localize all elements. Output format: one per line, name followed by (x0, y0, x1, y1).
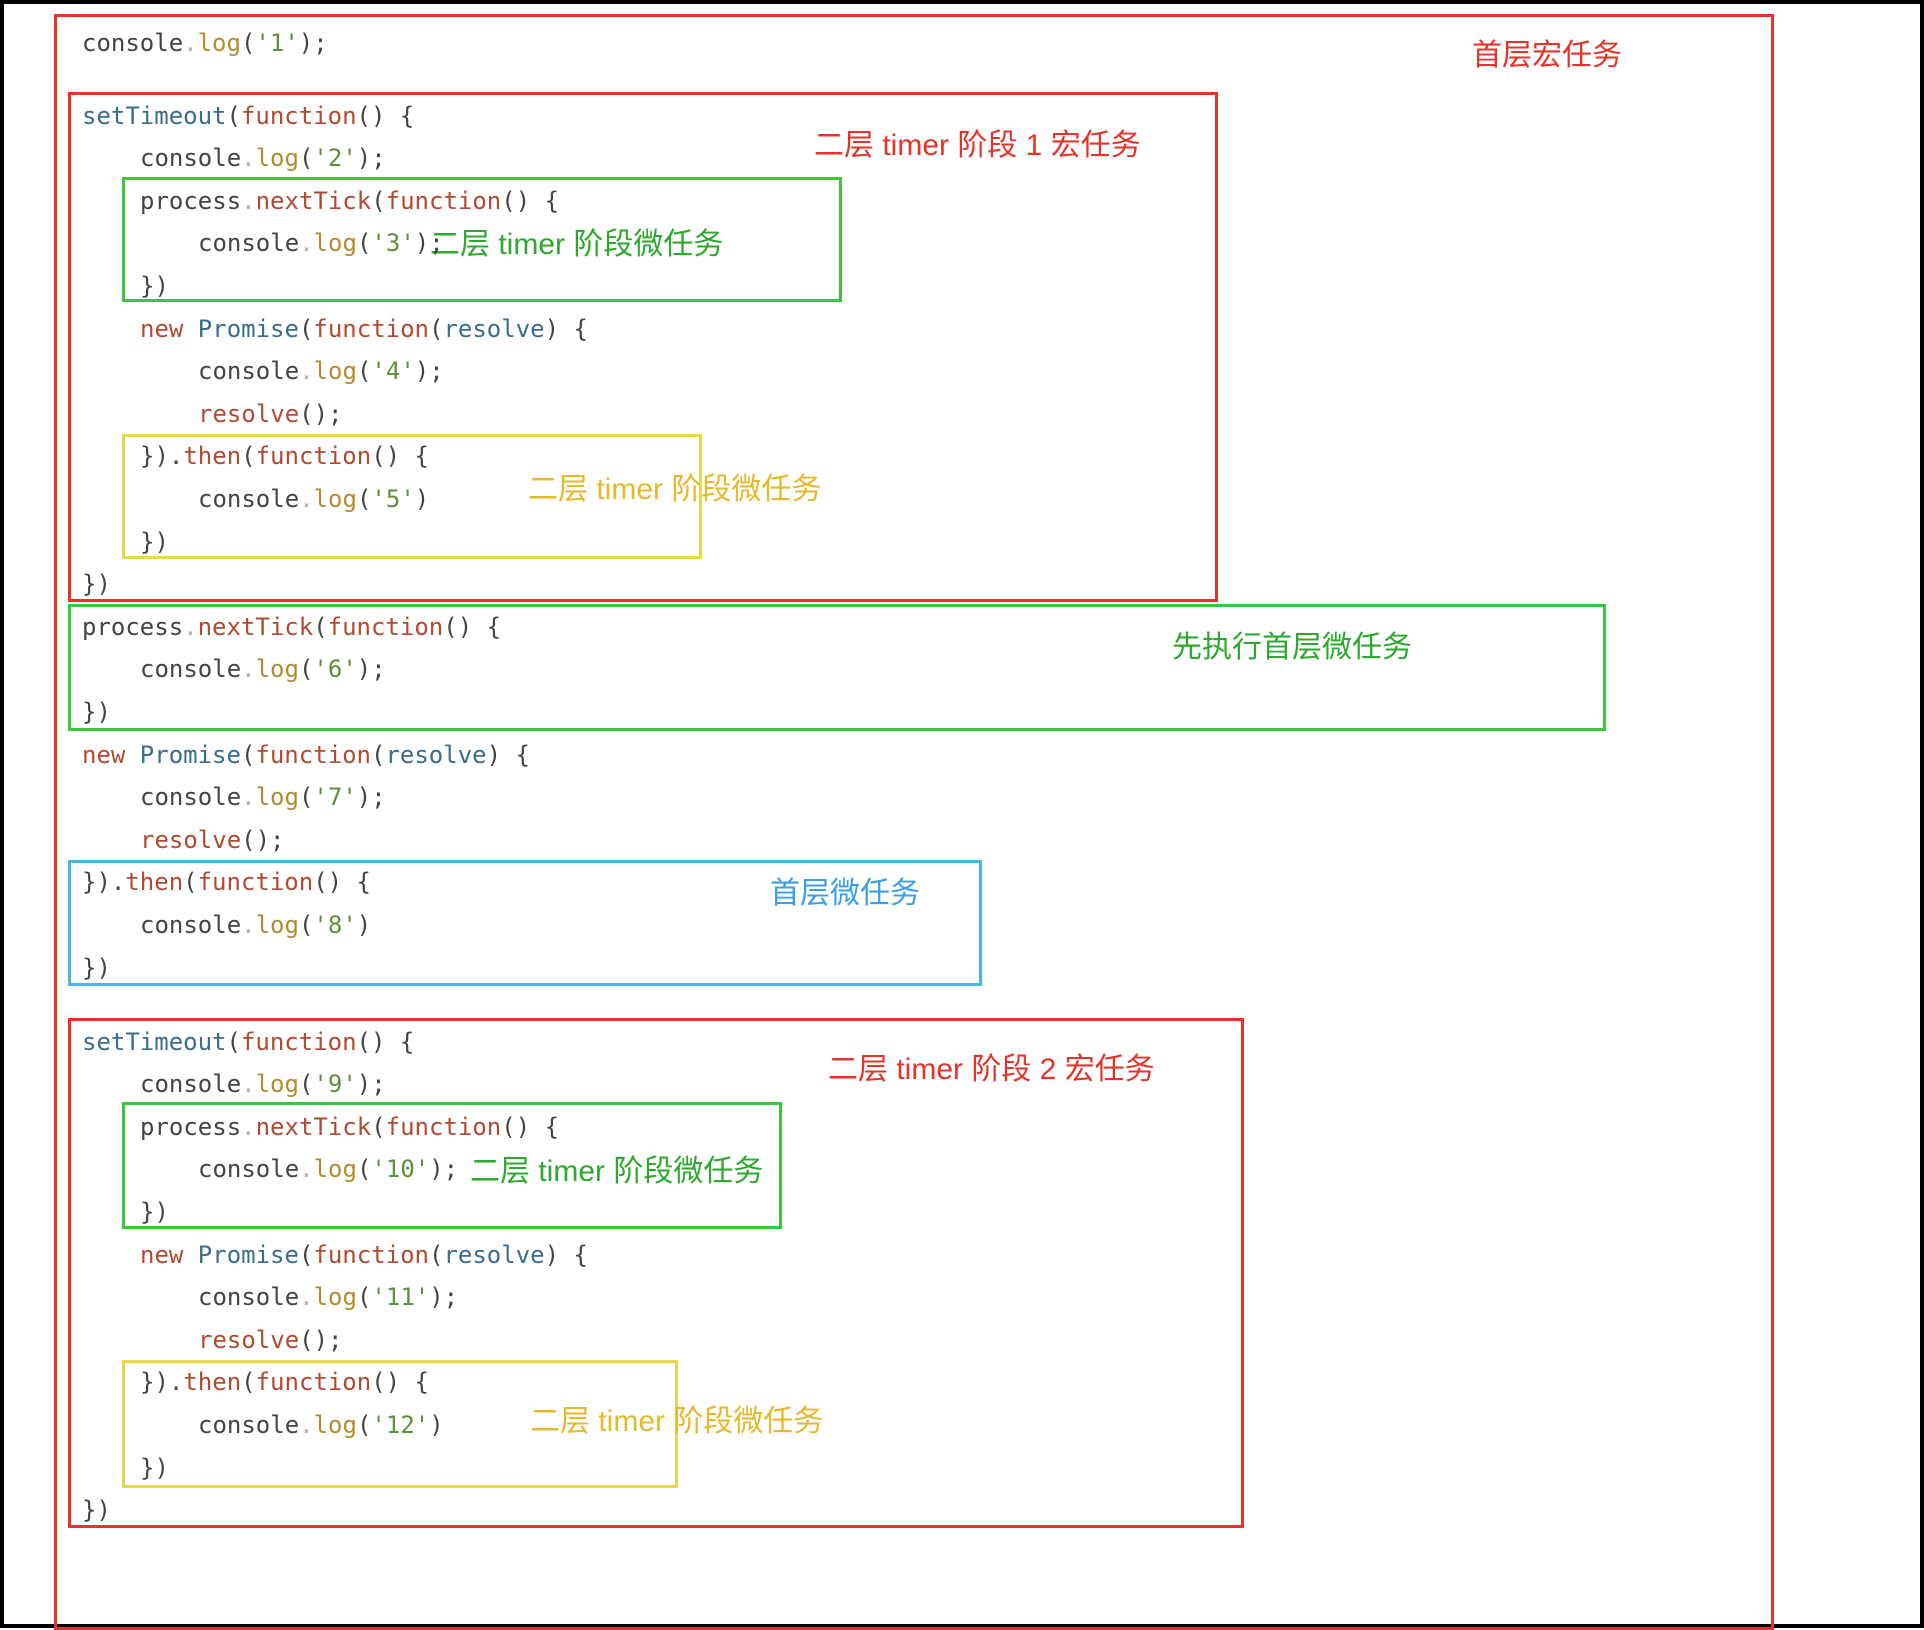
code-line: }) (140, 1454, 169, 1483)
code-line: }).then(function() { (140, 442, 429, 471)
label-micro-4: 首层微任务 (770, 868, 920, 912)
code-line: new Promise(function(resolve) { (140, 315, 588, 344)
code-line: console.log('11'); (198, 1283, 458, 1312)
code-line: new Promise(function(resolve) { (140, 1241, 588, 1270)
code-line: setTimeout(function() { (82, 102, 414, 131)
code-line: process.nextTick(function() { (82, 613, 501, 642)
code-line: console.log('6'); (140, 655, 386, 684)
code-line: }) (140, 272, 169, 301)
label-macro-timer2: 二层 timer 阶段 2 宏任务 (828, 1044, 1155, 1088)
label-micro-2: 二层 timer 阶段微任务 (528, 464, 821, 508)
code-line: console.log('1'); (82, 29, 328, 58)
code-line: console.log('3'); (198, 229, 444, 258)
code-line: console.log('8') (140, 911, 371, 940)
label-macro-outer: 首层宏任务 (1472, 30, 1622, 74)
label-micro-3: 先执行首层微任务 (1172, 622, 1412, 666)
code-line: }) (82, 698, 111, 727)
code-line: new Promise(function(resolve) { (82, 741, 530, 770)
code-line: resolve(); (198, 400, 343, 429)
code-line: setTimeout(function() { (82, 1028, 414, 1057)
label-micro-6: 二层 timer 阶段微任务 (530, 1396, 823, 1440)
code-line: console.log('2'); (140, 144, 386, 173)
label-micro-1: 二层 timer 阶段微任务 (430, 219, 723, 263)
code-line: }) (140, 528, 169, 557)
label-micro-5: 二层 timer 阶段微任务 (470, 1146, 763, 1190)
code-line: }).then(function() { (140, 1368, 429, 1397)
code-line: console.log('10'); (198, 1155, 458, 1184)
code-line: console.log('12') (198, 1411, 444, 1440)
label-macro-timer1: 二层 timer 阶段 1 宏任务 (814, 120, 1141, 164)
code-line: }).then(function() { (82, 868, 371, 897)
code-line: }) (82, 954, 111, 983)
code-line: process.nextTick(function() { (140, 1113, 559, 1142)
code-line: console.log('7'); (140, 783, 386, 812)
code-line: }) (140, 1198, 169, 1227)
code-line: console.log('9'); (140, 1070, 386, 1099)
code-line: console.log('4'); (198, 357, 444, 386)
code-line: process.nextTick(function() { (140, 187, 559, 216)
code-line: }) (82, 570, 111, 599)
code-line: resolve(); (198, 1326, 343, 1355)
code-line: console.log('5') (198, 485, 429, 514)
code-line: }) (82, 1496, 111, 1525)
code-line: resolve(); (140, 826, 285, 855)
